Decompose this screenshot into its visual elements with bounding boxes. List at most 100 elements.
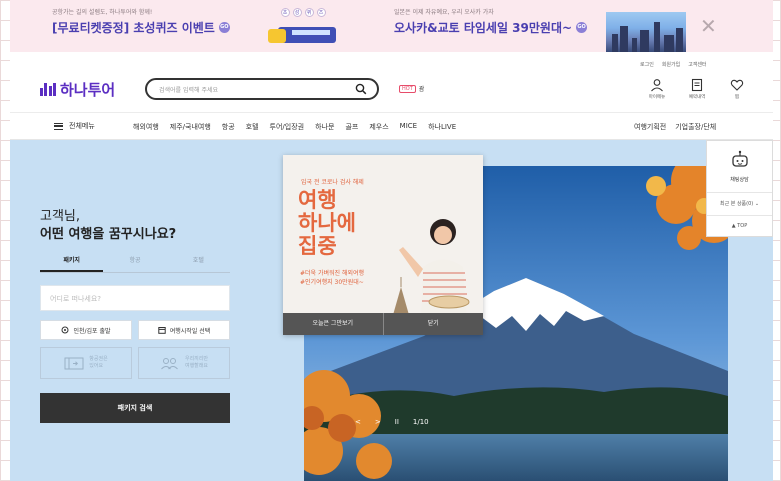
search-tabs: 패키지 항공 호텔 bbox=[40, 255, 230, 273]
popup-model-image bbox=[393, 219, 470, 320]
search-icon[interactable] bbox=[355, 83, 367, 95]
option-have-ticket[interactable]: 항공권은 있어요 bbox=[40, 347, 132, 379]
option-private-trip-text: 우리끼리만 여행할래요 bbox=[185, 356, 208, 370]
recently-viewed-button[interactable]: 최근 본 상품(0) ⌄ bbox=[707, 193, 772, 216]
nav-item-hanamoon[interactable]: 하나문 bbox=[315, 122, 334, 132]
page: 공항가는 길의 설렘도, 하나투어와 함께! [무료티켓증정] 초성퀴즈 이벤트… bbox=[10, 0, 773, 481]
document-icon bbox=[691, 78, 703, 92]
date-label: 여행시작일 선택 bbox=[169, 327, 211, 335]
all-menu-button[interactable]: 전체메뉴 bbox=[54, 121, 95, 131]
wishlist-button[interactable]: 찜 bbox=[724, 78, 750, 100]
destination-input[interactable]: 어디로 떠나세요? bbox=[40, 285, 230, 311]
nav-item-jeju-domestic[interactable]: 제주/국내여행 bbox=[170, 122, 211, 132]
reservations-button[interactable]: 예약내역 bbox=[684, 78, 710, 100]
option-private-trip[interactable]: 우리끼리만 여행할래요 bbox=[138, 347, 230, 379]
quiz-letter: 즈 bbox=[316, 8, 326, 17]
option-have-ticket-line-2: 있어요 bbox=[89, 363, 104, 369]
option-private-trip-line-2: 여행할래요 bbox=[184, 363, 208, 369]
nav-item-hotel[interactable]: 호텔 bbox=[246, 122, 259, 132]
tab-package[interactable]: 패키지 bbox=[40, 255, 104, 272]
promo-popup: 입국 전 코로나 검사 해제 여행 하나에 집중 #더욱 가벼워진 해외여행 #… bbox=[283, 155, 483, 335]
nav-item-mice[interactable]: MICE bbox=[400, 122, 417, 132]
departure-select-button[interactable]: 인천/김포 출발 bbox=[40, 320, 132, 340]
bus-icon bbox=[268, 25, 338, 45]
recently-viewed-label: 최근 본 상품(0) bbox=[719, 201, 754, 207]
header-icons: 마이메뉴 예약내역 찜 bbox=[644, 78, 750, 100]
all-menu-label: 전체메뉴 bbox=[69, 122, 95, 130]
slide-counter: 1/10 bbox=[412, 418, 429, 426]
go-icon: GO bbox=[218, 22, 230, 33]
popup-title: 여행 하나에 집중 bbox=[298, 188, 356, 257]
search-input[interactable]: 검색어를 입력해 주세요 bbox=[145, 78, 379, 100]
top-banner: 공항가는 길의 설렘도, 하나투어와 함께! [무료티켓증정] 초성퀴즈 이벤트… bbox=[10, 0, 773, 52]
tab-air[interactable]: 항공 bbox=[103, 255, 166, 272]
gnb-items: 해외여행 제주/국내여행 항공 호텔 투어/입장권 하나문 골프 제우스 MIC… bbox=[133, 122, 456, 132]
chatbot-icon bbox=[731, 150, 748, 167]
user-icon bbox=[651, 79, 663, 92]
package-search-button[interactable]: 패키지 검색 bbox=[40, 393, 230, 423]
signup-link[interactable]: 회원가입 bbox=[662, 61, 680, 68]
people-icon bbox=[161, 357, 178, 369]
scroll-top-label: TOP bbox=[737, 223, 748, 229]
slide-prev-button[interactable]: < bbox=[355, 418, 361, 426]
quiz-letter: 성 bbox=[292, 8, 302, 17]
logo-text: 하나투어 bbox=[60, 81, 116, 99]
reservations-label: 예약내역 bbox=[688, 95, 706, 100]
main-navigation: 전체메뉴 해외여행 제주/국내여행 항공 호텔 투어/입장권 하나문 골프 제우… bbox=[10, 112, 773, 140]
nav-item-zeus[interactable]: 제우스 bbox=[369, 122, 388, 132]
right-floating-panel: 채팅상담 최근 본 상품(0) ⌄ ▲ TOP bbox=[706, 140, 773, 237]
my-menu-button[interactable]: 마이메뉴 bbox=[644, 78, 670, 100]
nav-item-exhibitions[interactable]: 여행기획전 bbox=[634, 122, 666, 132]
quiz-letters: 초 성 퀴 즈 bbox=[268, 8, 338, 17]
banner-ad-quiz-small: 공항가는 길의 설렘도, 하나투어와 함께! bbox=[52, 9, 153, 16]
date-select-button[interactable]: 여행시작일 선택 bbox=[138, 320, 230, 340]
option-private-trip-line-1: 우리끼리만 bbox=[184, 356, 208, 362]
logo-mark-icon bbox=[40, 83, 56, 96]
osaka-thumbnail-image bbox=[606, 12, 686, 52]
nav-item-air[interactable]: 항공 bbox=[222, 122, 235, 132]
banner-ad-quiz-title-text: [무료티켓증정] 초성퀴즈 이벤트 bbox=[52, 21, 215, 35]
nav-item-corporate[interactable]: 기업출장/단체 bbox=[675, 122, 716, 132]
banner-ad-osaka[interactable]: 일본은 이제 자유예요, 우리 오사카 가자 오사카&교토 타임세일 39만원대… bbox=[394, 7, 588, 36]
go-icon: GO bbox=[576, 22, 588, 33]
popup-tag-1: #더욱 가벼워진 해외여행 bbox=[300, 270, 365, 277]
nav-item-overseas[interactable]: 해외여행 bbox=[133, 122, 159, 132]
chat-consult-button[interactable]: 채팅상담 bbox=[707, 141, 772, 193]
nav-item-hanalive[interactable]: 하나LIVE bbox=[428, 122, 456, 132]
hot-word: 괌 bbox=[418, 86, 425, 93]
destination-placeholder: 어디로 떠나세요? bbox=[50, 295, 102, 303]
popup-tags: #더욱 가벼워진 해외여행 #인기여행지 30만원대~ bbox=[300, 269, 364, 287]
banner-ad-osaka-small: 일본은 이제 자유예요, 우리 오사카 가자 bbox=[394, 9, 494, 16]
banner-ad-osaka-title-text: 오사카&교토 타임세일 39만원대~ bbox=[394, 21, 573, 35]
login-link[interactable]: 로그인 bbox=[640, 61, 654, 68]
slide-next-button[interactable]: > bbox=[375, 418, 381, 426]
gnb-right: 여행기획전 기업출장/단체 bbox=[634, 122, 716, 132]
location-pin-icon bbox=[61, 326, 69, 334]
nav-item-golf[interactable]: 골프 bbox=[345, 122, 358, 132]
option-have-ticket-line-1: 항공권은 bbox=[89, 356, 108, 362]
popup-hide-today-button[interactable]: 오늘은 그만보기 bbox=[283, 313, 384, 335]
nav-item-tour-tickets[interactable]: 투어/입장권 bbox=[270, 122, 305, 132]
hot-badge: HOT bbox=[399, 84, 416, 93]
popup-tag-2: #인기여행지 30만원대~ bbox=[300, 279, 364, 286]
popup-title-line-1: 여행 bbox=[298, 187, 337, 212]
quiz-coupon-graphic: 초 성 퀴 즈 bbox=[268, 8, 338, 48]
popup-title-line-2: 하나에 bbox=[298, 210, 356, 235]
greeting: 고객님, 어떤 여행을 꿈꾸시나요? bbox=[40, 208, 176, 244]
tab-hotel[interactable]: 호텔 bbox=[167, 255, 230, 272]
banner-ad-quiz[interactable]: 공항가는 길의 설렘도, 하나투어와 함께! [무료티켓증정] 초성퀴즈 이벤트… bbox=[52, 7, 230, 36]
chevron-down-icon: ⌄ bbox=[754, 201, 760, 207]
departure-label: 인천/김포 출발 bbox=[73, 327, 111, 335]
calendar-icon bbox=[158, 327, 166, 334]
scroll-top-button[interactable]: ▲ TOP bbox=[707, 216, 772, 236]
popup-title-line-3: 집중 bbox=[298, 233, 337, 258]
logo[interactable]: 하나투어 bbox=[40, 79, 115, 100]
greeting-line-2: 어떤 여행을 꿈꾸시나요? bbox=[40, 227, 177, 242]
popup-close-button[interactable]: 닫기 bbox=[384, 313, 484, 335]
hot-keyword[interactable]: HOT 괌 bbox=[399, 84, 424, 93]
wishlist-label: 찜 bbox=[734, 95, 740, 100]
hamburger-icon bbox=[54, 122, 63, 130]
close-icon[interactable]: ✕ bbox=[700, 14, 717, 38]
customer-center-link[interactable]: 고객센터 bbox=[688, 61, 706, 68]
slide-pause-button[interactable]: II bbox=[395, 418, 399, 426]
